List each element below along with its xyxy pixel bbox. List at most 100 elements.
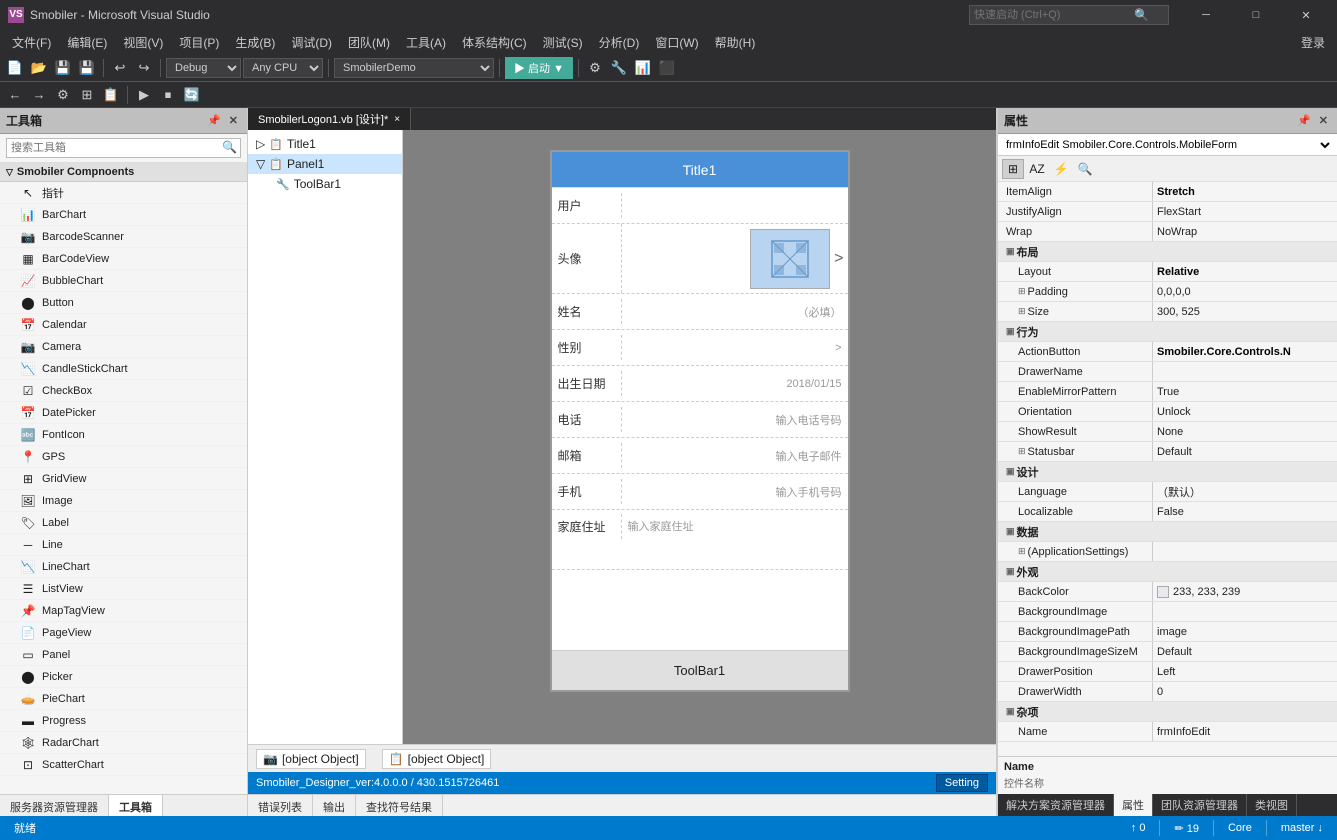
tb2-btn5[interactable]: 📋	[100, 84, 122, 106]
prop-group-design[interactable]: ▣ 设计	[998, 462, 1337, 482]
props-pin-button[interactable]: 📌	[1294, 113, 1314, 128]
prop-group-data[interactable]: ▣ 数据	[998, 522, 1337, 542]
toolbox-item-camera[interactable]: 📷 Camera	[0, 336, 247, 358]
quick-search-input[interactable]	[970, 9, 1130, 21]
toolbox-search-input[interactable]	[6, 138, 241, 158]
tab-toolbox[interactable]: 工具箱	[109, 795, 163, 816]
toolbox-item-button[interactable]: ⬤ Button	[0, 292, 247, 314]
menu-project[interactable]: 项目(P)	[171, 30, 227, 54]
tab-error-list[interactable]: 错误列表	[248, 795, 313, 816]
prop-value-padding[interactable]: 0,0,0,0	[1153, 282, 1337, 301]
menu-tools[interactable]: 工具(A)	[398, 30, 454, 54]
minimize-button[interactable]: ─	[1183, 0, 1229, 30]
rp-tab-solution[interactable]: 解决方案资源管理器	[998, 794, 1114, 816]
tree-item-title1[interactable]: ▷ 📋 Title1	[248, 134, 402, 154]
toolbox-item-progress[interactable]: ▬ Progress	[0, 710, 247, 732]
setting-button[interactable]: Setting	[936, 774, 988, 792]
designer-tab[interactable]: SmobilerLogon1.vb [设计]* ×	[248, 108, 411, 130]
prop-value-bgimagesize[interactable]: Default	[1153, 642, 1337, 661]
toolbox-item-piechart[interactable]: 🥧 PieChart	[0, 688, 247, 710]
prop-value-statusbar[interactable]: Default	[1153, 442, 1337, 461]
menu-team[interactable]: 团队(M)	[340, 30, 398, 54]
menu-debug[interactable]: 调试(D)	[283, 30, 340, 54]
prop-value-bgimagepath[interactable]: image	[1153, 622, 1337, 641]
tb2-btn8[interactable]: 🔄	[181, 84, 203, 106]
menu-test[interactable]: 测试(S)	[535, 30, 591, 54]
toolbox-item-listview[interactable]: ☰ ListView	[0, 578, 247, 600]
prop-group-behavior[interactable]: ▣ 行为	[998, 322, 1337, 342]
tab-find-results[interactable]: 查找符号结果	[356, 795, 443, 816]
props-events-btn[interactable]: ⚡	[1050, 159, 1072, 179]
redo-button[interactable]: ↪	[133, 57, 155, 79]
rp-tab-properties[interactable]: 属性	[1114, 794, 1153, 816]
toolbox-item-pageview[interactable]: 📄 PageView	[0, 622, 247, 644]
prop-group-layout[interactable]: ▣ 布局	[998, 242, 1337, 262]
prop-value-appsettings[interactable]	[1153, 542, 1337, 561]
toolbox-group-header[interactable]: ▽ Smobiler Compnoents	[0, 163, 247, 182]
prop-value-bgimage[interactable]	[1153, 602, 1337, 621]
prop-value-showresult[interactable]: None	[1153, 422, 1337, 441]
toolbox-item-calendar[interactable]: 📅 Calendar	[0, 314, 247, 336]
toolbox-item-datepicker[interactable]: 📅 DatePicker	[0, 402, 247, 424]
toolbox-item-line[interactable]: ─ Line	[0, 534, 247, 556]
tb2-btn4[interactable]: ⊞	[76, 84, 98, 106]
menu-view[interactable]: 视图(V)	[115, 30, 171, 54]
toolbox-close-button[interactable]: ✕	[226, 113, 241, 128]
menu-build[interactable]: 生成(B)	[227, 30, 283, 54]
toolbox-item-maptagview[interactable]: 📌 MapTagView	[0, 600, 247, 622]
props-object-dropdown[interactable]: frmInfoEdit Smobiler.Core.Controls.Mobil…	[1002, 136, 1333, 154]
toolbox-item-barchart[interactable]: 📊 BarChart	[0, 204, 247, 226]
toolbox-item-gps[interactable]: 📍 GPS	[0, 446, 247, 468]
save-button[interactable]: 💾	[52, 57, 74, 79]
prop-value-language[interactable]: （默认）	[1153, 482, 1337, 501]
poplist1-component[interactable]: 📋 [object Object]	[382, 749, 492, 769]
run-button[interactable]: ▶ 启动 ▼	[505, 57, 573, 79]
toolbox-item-panel[interactable]: ▭ Panel	[0, 644, 247, 666]
props-search-btn[interactable]: 🔍	[1074, 159, 1096, 179]
prop-value-name[interactable]: frmInfoEdit	[1153, 722, 1337, 741]
prop-value-drawerwidth[interactable]: 0	[1153, 682, 1337, 701]
tb2-btn6[interactable]: ▶	[133, 84, 155, 106]
menu-login[interactable]: 登录	[1293, 30, 1333, 54]
tb2-btn7[interactable]: ⏹	[157, 84, 179, 106]
new-project-button[interactable]: 📄	[4, 57, 26, 79]
rp-tab-team[interactable]: 团队资源管理器	[1153, 794, 1247, 816]
camera1-component[interactable]: 📷 [object Object]	[256, 749, 366, 769]
tb-extra1[interactable]: ⚙	[584, 57, 606, 79]
toolbox-item-radarchart[interactable]: 🕸 RadarChart	[0, 732, 247, 754]
toolbox-item-picker[interactable]: ⬤ Picker	[0, 666, 247, 688]
cpu-config-dropdown[interactable]: Any CPU	[243, 58, 323, 78]
toolbox-item-barcodescanner[interactable]: 📷 BarcodeScanner	[0, 226, 247, 248]
menu-window[interactable]: 窗口(W)	[647, 30, 706, 54]
designer-tab-close[interactable]: ×	[394, 114, 400, 125]
toolbox-item-scatterchart[interactable]: ⊡ ScatterChart	[0, 754, 247, 776]
toolbox-item-gridview[interactable]: ⊞ GridView	[0, 468, 247, 490]
toolbox-item-label[interactable]: 🏷 Label	[0, 512, 247, 534]
toolbox-item-pointer[interactable]: ↖ 指针	[0, 182, 247, 204]
tb2-btn3[interactable]: ⚙	[52, 84, 74, 106]
toolbox-item-linechart[interactable]: 📉 LineChart	[0, 556, 247, 578]
props-categorized-btn[interactable]: ⊞	[1002, 159, 1024, 179]
open-file-button[interactable]: 📂	[28, 57, 50, 79]
prop-value-drawerposition[interactable]: Left	[1153, 662, 1337, 681]
prop-value-wrap[interactable]: NoWrap	[1153, 222, 1337, 241]
tree-item-panel1[interactable]: ▽ 📋 Panel1	[248, 154, 402, 174]
rp-tab-classview[interactable]: 类视图	[1247, 794, 1297, 816]
tb-extra2[interactable]: 🔧	[608, 57, 630, 79]
prop-value-justifyalign[interactable]: FlexStart	[1153, 202, 1337, 221]
prop-group-appearance[interactable]: ▣ 外观	[998, 562, 1337, 582]
prop-value-actionbutton[interactable]: Smobiler.Core.Controls.N	[1153, 342, 1337, 361]
toolbox-item-checkbox[interactable]: ☑ CheckBox	[0, 380, 247, 402]
prop-value-orientation[interactable]: Unlock	[1153, 402, 1337, 421]
tb-extra3[interactable]: 📊	[632, 57, 654, 79]
tab-output[interactable]: 输出	[313, 795, 356, 816]
prop-value-drawername[interactable]	[1153, 362, 1337, 381]
prop-value-layout[interactable]: Relative	[1153, 262, 1337, 281]
prop-value-itemalign[interactable]: Stretch	[1153, 182, 1337, 201]
undo-button[interactable]: ↩	[109, 57, 131, 79]
menu-analyze[interactable]: 分析(D)	[591, 30, 648, 54]
toolbox-item-bubblechart[interactable]: 📈 BubbleChart	[0, 270, 247, 292]
tree-item-toolbar1[interactable]: 🔧 ToolBar1	[248, 174, 402, 194]
props-close-button[interactable]: ✕	[1316, 113, 1331, 128]
props-alpha-btn[interactable]: AZ	[1026, 159, 1048, 179]
